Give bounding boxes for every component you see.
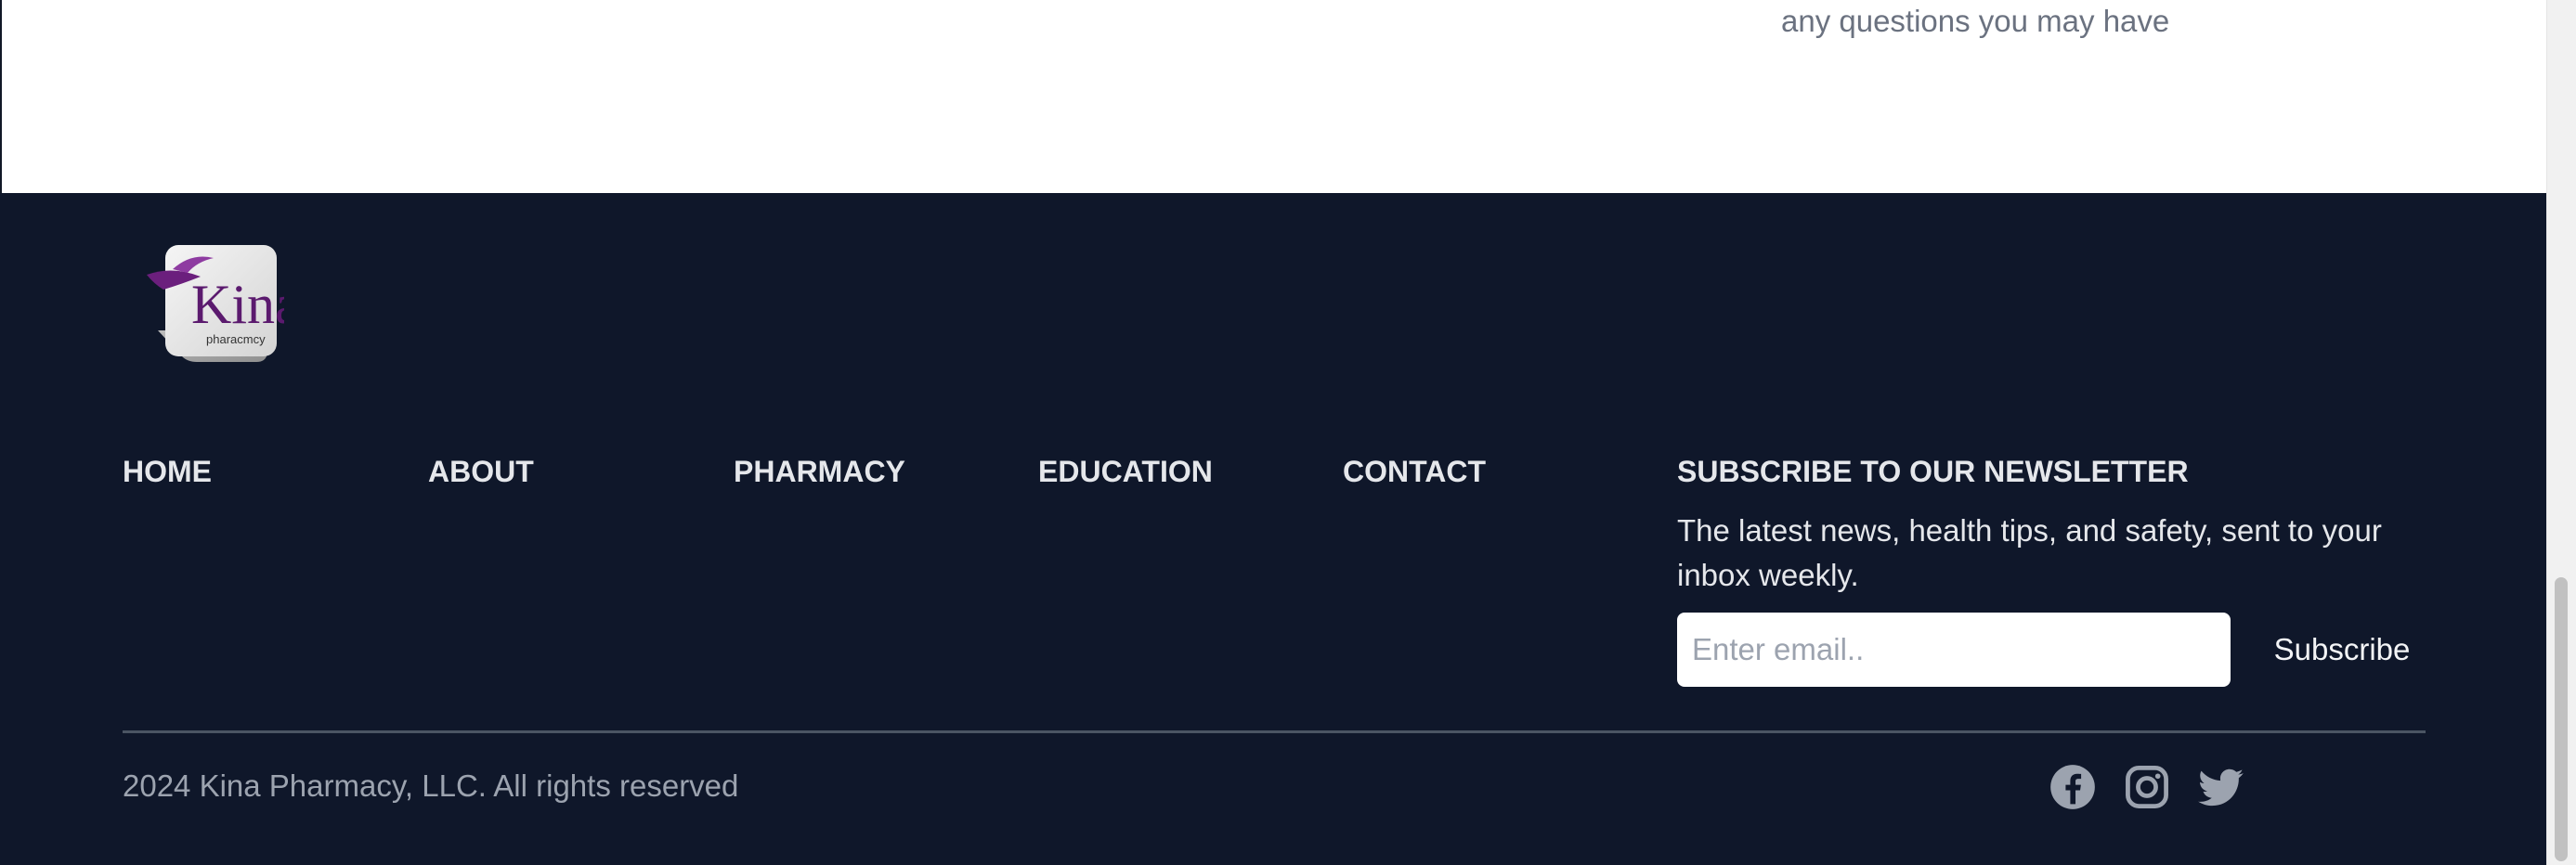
subscribe-button[interactable]: Subscribe (2258, 613, 2426, 687)
nav-contact[interactable]: CONTACT (1343, 455, 1486, 489)
newsletter-description: The latest news, health tips, and safety… (1677, 513, 2382, 592)
facebook-link[interactable] (2049, 763, 2097, 811)
scrollbar-thumb[interactable] (2555, 577, 2568, 861)
newsletter-title: SUBSCRIBE TO OUR NEWSLETTER (1677, 455, 2189, 488)
page-scrollbar[interactable] (2546, 0, 2576, 865)
facebook-icon (2050, 765, 2095, 809)
svg-text:pharacmcy: pharacmcy (206, 332, 266, 346)
nav-about[interactable]: ABOUT (428, 455, 534, 489)
nav-education[interactable]: EDUCATION (1038, 455, 1213, 489)
section-text: any questions you may have (1781, 4, 2170, 38)
email-input[interactable] (1677, 613, 2231, 687)
instagram-icon (2126, 766, 2168, 808)
nav-pharmacy[interactable]: PHARMACY (734, 455, 905, 489)
copyright-text: 2024 Kina Pharmacy, LLC. All rights rese… (123, 768, 739, 803)
kina-logo-graphic: Kina pharacmcy (147, 245, 300, 362)
site-footer: Kina pharacmcy HOME ABOUT PHARMACY EDUCA… (0, 193, 2546, 865)
svg-text:Kina: Kina (191, 274, 284, 335)
kina-logo[interactable]: Kina pharacmcy (145, 238, 300, 377)
page: any questions you may have Kin pharacmcy… (0, 0, 2576, 865)
footer-divider (123, 730, 2426, 733)
nav-home[interactable]: HOME (123, 455, 212, 489)
instagram-link[interactable] (2123, 763, 2171, 811)
twitter-icon (2198, 768, 2244, 807)
twitter-link[interactable] (2197, 763, 2245, 811)
content-section: any questions you may have (0, 0, 2546, 193)
